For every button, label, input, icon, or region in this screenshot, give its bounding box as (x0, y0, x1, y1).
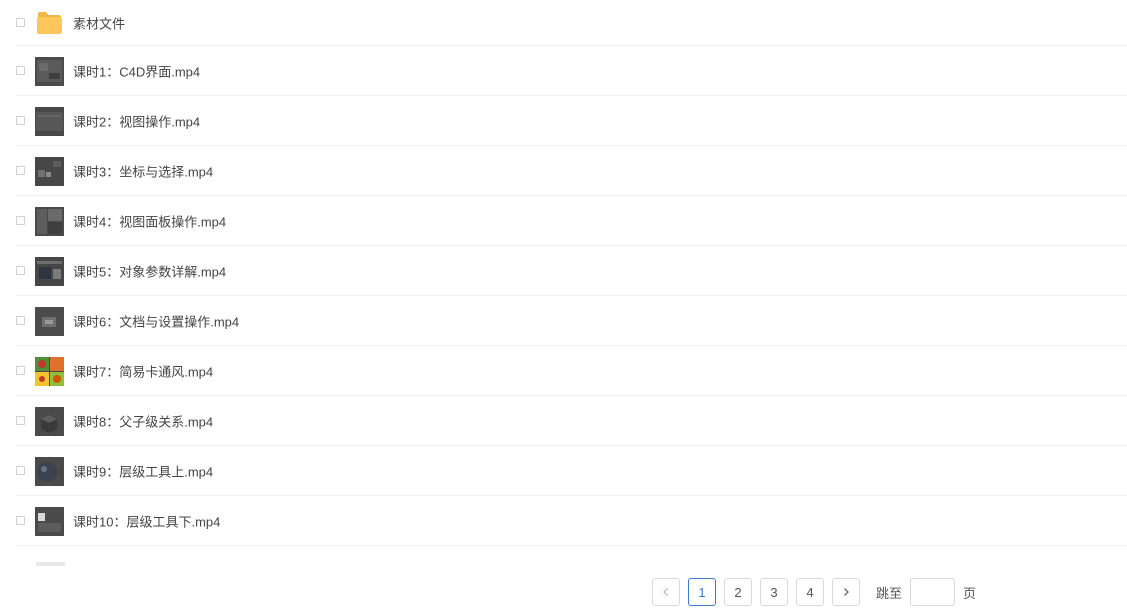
page-button-3[interactable]: 3 (760, 578, 788, 606)
video-thumbnail-icon (35, 406, 64, 436)
list-item-video[interactable]: 课时5：对象参数详解.mp4 (16, 246, 1127, 296)
file-name[interactable]: 课时9：层级工具上.mp4 (73, 461, 213, 480)
jump-label: 跳至 (876, 585, 903, 601)
row-checkbox[interactable] (16, 65, 25, 75)
page-button-1[interactable]: 1 (688, 578, 716, 606)
video-thumbnail-icon (35, 156, 64, 186)
list-item-folder[interactable]: 素材文件 (16, 0, 1127, 46)
next-page-button[interactable] (832, 578, 860, 606)
prev-page-button[interactable] (652, 578, 680, 606)
video-thumbnail-icon (35, 356, 64, 386)
row-checkbox[interactable] (16, 17, 25, 27)
list-item-video[interactable]: 课时8：父子级关系.mp4 (16, 396, 1127, 446)
row-checkbox[interactable] (16, 465, 25, 475)
video-thumbnail-icon (35, 106, 64, 136)
file-name[interactable]: 课时4：视图面板操作.mp4 (73, 211, 226, 230)
file-name[interactable]: 课时2：视图操作.mp4 (73, 111, 200, 130)
row-checkbox[interactable] (16, 215, 25, 225)
file-name[interactable]: 素材文件 (73, 13, 125, 32)
pagination: 1 2 3 4 跳至 页 (652, 577, 976, 607)
row-checkbox[interactable] (16, 115, 25, 125)
video-thumbnail-icon (35, 456, 64, 486)
file-list: 素材文件 课时1：C4D界面.mp4 课时2：视图操作.mp4 课时3：坐标与选… (0, 0, 1127, 566)
row-checkbox[interactable] (16, 415, 25, 425)
video-thumbnail-icon (35, 206, 64, 236)
list-item-video[interactable]: 课时7：简易卡通风.mp4 (16, 346, 1127, 396)
video-thumbnail-icon (35, 56, 64, 86)
file-name[interactable]: 课时1：C4D界面.mp4 (73, 61, 200, 80)
page-button-2[interactable]: 2 (724, 578, 752, 606)
video-thumbnail-icon (35, 506, 64, 536)
chevron-left-icon (663, 588, 668, 596)
list-item-video[interactable]: 课时6：文档与设置操作.mp4 (16, 296, 1127, 346)
list-item-video[interactable]: 课时3：坐标与选择.mp4 (16, 146, 1127, 196)
list-item-video[interactable]: 课时4：视图面板操作.mp4 (16, 196, 1127, 246)
video-thumbnail-icon (35, 256, 64, 286)
video-thumbnail-icon (36, 562, 65, 566)
row-checkbox[interactable] (16, 165, 25, 175)
file-name[interactable]: 课时5：对象参数详解.mp4 (73, 261, 226, 280)
page-button-4[interactable]: 4 (796, 578, 824, 606)
list-item-video[interactable]: 课时2：视图操作.mp4 (16, 96, 1127, 146)
file-name[interactable]: 课时8：父子级关系.mp4 (73, 411, 213, 430)
row-checkbox[interactable] (16, 365, 25, 375)
list-item-video[interactable]: 课时1：C4D界面.mp4 (16, 46, 1127, 96)
file-name[interactable]: 课时10：层级工具下.mp4 (73, 511, 220, 530)
file-name[interactable]: 课时6：文档与设置操作.mp4 (73, 311, 239, 330)
file-name[interactable]: 课时3：坐标与选择.mp4 (73, 161, 213, 180)
page-jump-input[interactable] (910, 578, 956, 606)
row-checkbox[interactable] (16, 265, 25, 275)
list-item-video[interactable]: 课时10：层级工具下.mp4 (16, 496, 1127, 546)
row-checkbox[interactable] (16, 315, 25, 325)
file-name[interactable]: 课时7：简易卡通风.mp4 (73, 361, 213, 380)
list-item-video[interactable]: 课时9：层级工具上.mp4 (16, 446, 1127, 496)
chevron-right-icon (844, 588, 849, 596)
folder-icon (37, 11, 62, 34)
page-unit-label: 页 (963, 585, 977, 601)
row-checkbox[interactable] (16, 515, 25, 525)
list-item-partial (16, 560, 76, 566)
video-thumbnail-icon (35, 306, 64, 336)
